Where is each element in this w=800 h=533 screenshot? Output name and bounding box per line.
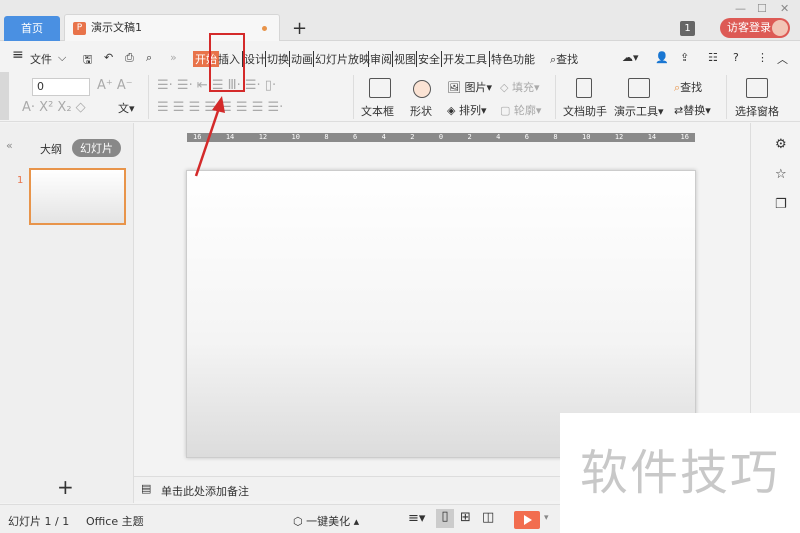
arrow-shaft [194, 107, 221, 177]
arrow-head-icon [212, 96, 225, 113]
annotation-arrow [194, 96, 225, 177]
